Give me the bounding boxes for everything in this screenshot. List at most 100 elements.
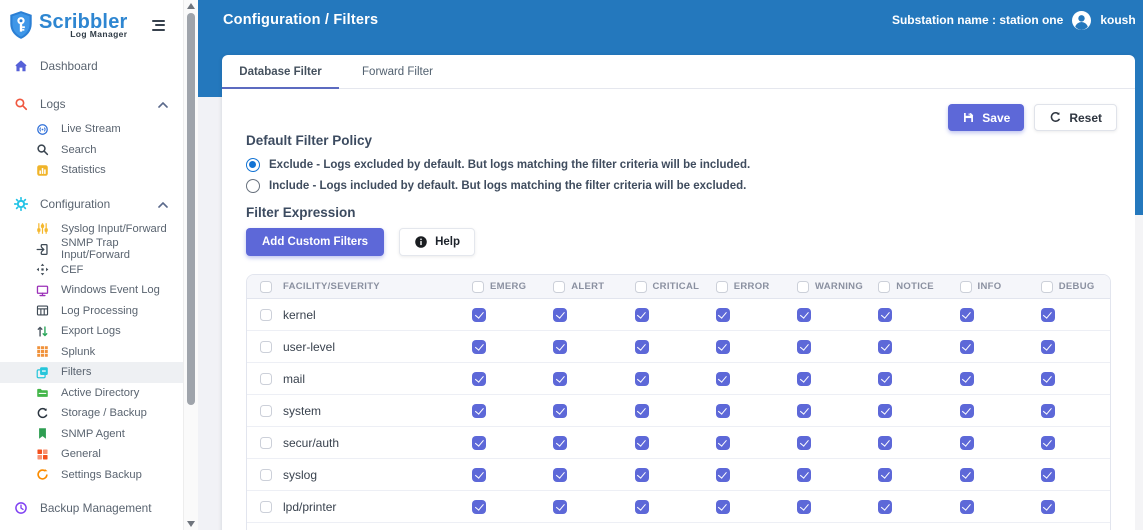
facility-checkbox[interactable] xyxy=(260,308,272,321)
select-all-alert-checkbox[interactable] xyxy=(553,280,566,293)
tab-database-filter[interactable]: Database Filter xyxy=(222,55,339,89)
severity-checkbox[interactable] xyxy=(634,307,649,322)
sidebar-item-active-directory[interactable]: Active Directory xyxy=(0,383,183,404)
severity-checkbox[interactable] xyxy=(472,339,486,354)
policy-option-include[interactable]: Include - Logs included by default. But … xyxy=(246,177,1111,195)
severity-checkbox[interactable] xyxy=(472,435,486,450)
severity-checkbox[interactable] xyxy=(959,371,974,386)
severity-checkbox[interactable] xyxy=(553,435,568,450)
select-all-checkbox[interactable] xyxy=(260,280,272,293)
severity-checkbox[interactable] xyxy=(797,339,811,354)
facility-checkbox[interactable] xyxy=(260,372,272,385)
severity-checkbox[interactable] xyxy=(553,499,568,514)
severity-checkbox[interactable] xyxy=(878,435,893,450)
facility-checkbox[interactable] xyxy=(260,404,272,417)
severity-checkbox[interactable] xyxy=(472,467,486,482)
sidebar-item-dashboard[interactable]: Dashboard xyxy=(0,51,183,81)
page-scrollbar-thumb[interactable] xyxy=(1135,0,1143,215)
severity-checkbox[interactable] xyxy=(797,371,811,386)
severity-checkbox[interactable] xyxy=(959,403,974,418)
select-all-debug-checkbox[interactable] xyxy=(1040,280,1053,293)
sidebar-item-export-logs[interactable]: Export Logs xyxy=(0,321,183,342)
sidebar-item-storage-backup[interactable]: Storage / Backup xyxy=(0,403,183,424)
severity-checkbox[interactable] xyxy=(878,307,893,322)
severity-checkbox[interactable] xyxy=(715,339,730,354)
facility-checkbox[interactable] xyxy=(260,340,272,353)
sidebar-item-backup-management[interactable]: Backup Management xyxy=(0,493,183,523)
severity-checkbox[interactable] xyxy=(878,467,893,482)
scroll-down-arrow-icon[interactable] xyxy=(187,521,195,527)
sidebar-item-configuration[interactable]: Configuration xyxy=(0,189,183,219)
severity-checkbox[interactable] xyxy=(715,467,730,482)
menu-collapse-icon[interactable] xyxy=(152,19,165,31)
sidebar-scrollbar[interactable] xyxy=(183,0,198,530)
sidebar-item-syslog-input-forward[interactable]: Syslog Input/Forward xyxy=(0,219,183,240)
save-button[interactable]: Save xyxy=(948,104,1025,131)
severity-checkbox[interactable] xyxy=(878,403,893,418)
sidebar-item-filters[interactable]: Filters xyxy=(0,362,183,383)
select-all-critical-checkbox[interactable] xyxy=(634,280,647,293)
severity-checkbox[interactable] xyxy=(634,403,649,418)
sidebar-item-settings-backup[interactable]: Settings Backup xyxy=(0,465,183,486)
select-all-error-checkbox[interactable] xyxy=(715,280,728,293)
sidebar-item-log-processing[interactable]: Log Processing xyxy=(0,301,183,322)
severity-checkbox[interactable] xyxy=(472,307,486,322)
severity-checkbox[interactable] xyxy=(634,435,649,450)
sidebar-item-statistics[interactable]: Statistics xyxy=(0,160,183,181)
severity-checkbox[interactable] xyxy=(472,403,486,418)
sidebar-item-search[interactable]: Search xyxy=(0,140,183,161)
severity-checkbox[interactable] xyxy=(715,403,730,418)
sidebar-scrollbar-thumb[interactable] xyxy=(187,13,195,405)
severity-checkbox[interactable] xyxy=(715,371,730,386)
severity-checkbox[interactable] xyxy=(959,307,974,322)
add-custom-filters-button[interactable]: Add Custom Filters xyxy=(246,228,385,256)
severity-checkbox[interactable] xyxy=(553,403,568,418)
severity-checkbox[interactable] xyxy=(797,403,811,418)
severity-checkbox[interactable] xyxy=(1040,403,1055,418)
chevron-up-icon[interactable] xyxy=(158,197,168,211)
severity-checkbox[interactable] xyxy=(797,435,811,450)
page-scrollbar[interactable] xyxy=(1135,0,1143,530)
severity-checkbox[interactable] xyxy=(959,467,974,482)
severity-checkbox[interactable] xyxy=(1040,371,1055,386)
sidebar-item-snmp-agent[interactable]: SNMP Agent xyxy=(0,424,183,445)
severity-checkbox[interactable] xyxy=(553,307,568,322)
severity-checkbox[interactable] xyxy=(634,467,649,482)
severity-checkbox[interactable] xyxy=(553,467,568,482)
severity-checkbox[interactable] xyxy=(878,499,893,514)
select-all-emerg-checkbox[interactable] xyxy=(472,280,484,293)
severity-checkbox[interactable] xyxy=(715,499,730,514)
tab-forward-filter[interactable]: Forward Filter xyxy=(339,55,456,88)
severity-checkbox[interactable] xyxy=(797,499,811,514)
severity-checkbox[interactable] xyxy=(634,499,649,514)
sidebar-item-snmp-trap-input-forward[interactable]: SNMP Trap Input/Forward xyxy=(0,237,183,261)
help-button[interactable]: Help xyxy=(399,228,475,256)
sidebar-item-splunk[interactable]: Splunk xyxy=(0,342,183,363)
severity-checkbox[interactable] xyxy=(878,371,893,386)
severity-checkbox[interactable] xyxy=(472,371,486,386)
facility-checkbox[interactable] xyxy=(260,468,272,481)
severity-checkbox[interactable] xyxy=(878,339,893,354)
chevron-up-icon[interactable] xyxy=(158,97,168,111)
sidebar-item-cef[interactable]: CEF xyxy=(0,260,183,281)
severity-checkbox[interactable] xyxy=(715,435,730,450)
facility-checkbox[interactable] xyxy=(260,436,272,449)
severity-checkbox[interactable] xyxy=(1040,435,1055,450)
severity-checkbox[interactable] xyxy=(959,339,974,354)
radio-unselected-icon[interactable] xyxy=(246,179,260,193)
severity-checkbox[interactable] xyxy=(959,499,974,514)
severity-checkbox[interactable] xyxy=(1040,467,1055,482)
sidebar-item-live-stream[interactable]: Live Stream xyxy=(0,119,183,140)
radio-selected-icon[interactable] xyxy=(246,158,260,172)
severity-checkbox[interactable] xyxy=(553,339,568,354)
severity-checkbox[interactable] xyxy=(1040,499,1055,514)
severity-checkbox[interactable] xyxy=(959,435,974,450)
sidebar-item-windows-event-log[interactable]: Windows Event Log xyxy=(0,280,183,301)
severity-checkbox[interactable] xyxy=(1040,307,1055,322)
severity-checkbox[interactable] xyxy=(797,467,811,482)
user-avatar-icon[interactable] xyxy=(1072,10,1092,30)
severity-checkbox[interactable] xyxy=(797,307,811,322)
severity-checkbox[interactable] xyxy=(553,371,568,386)
sidebar-item-logs[interactable]: Logs xyxy=(0,89,183,119)
select-all-notice-checkbox[interactable] xyxy=(878,280,891,293)
